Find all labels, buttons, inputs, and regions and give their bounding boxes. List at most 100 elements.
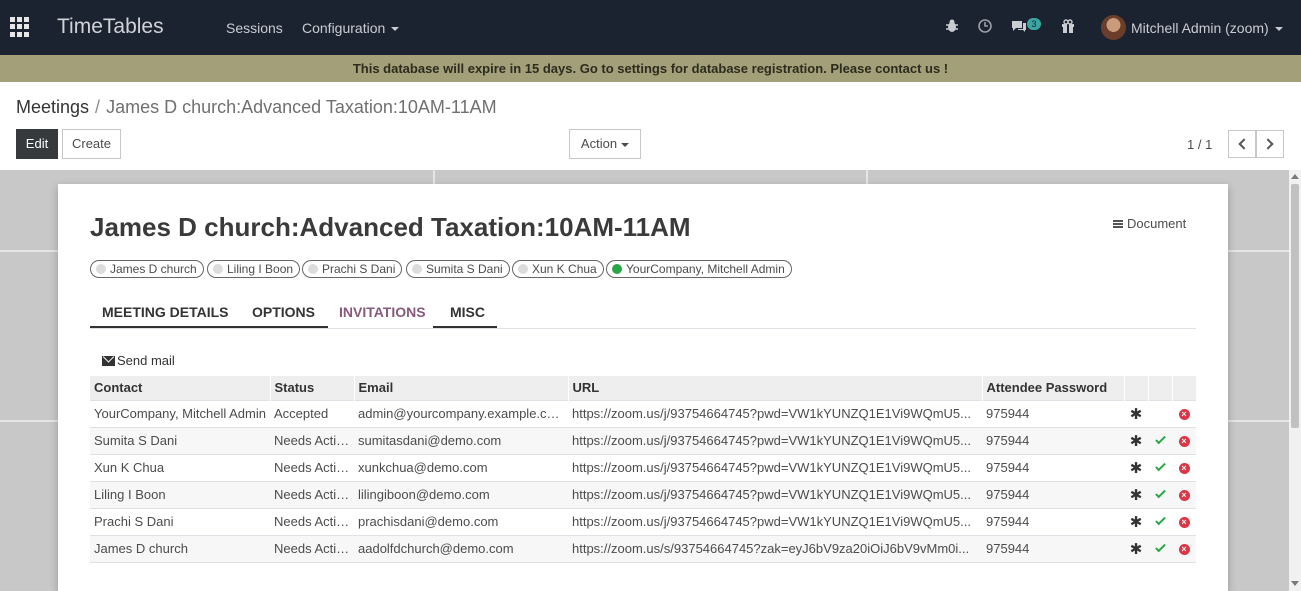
menu-configuration[interactable]: Configuration bbox=[302, 20, 400, 36]
tentative-button[interactable]: ✱ bbox=[1124, 480, 1148, 508]
edit-button[interactable]: Edit bbox=[16, 129, 58, 159]
check-icon bbox=[1154, 487, 1166, 499]
password-cell: 975944 bbox=[982, 453, 1124, 481]
check-icon bbox=[1154, 433, 1166, 445]
status-cell: Needs Action bbox=[270, 480, 354, 508]
chat-icon[interactable] bbox=[1011, 18, 1027, 34]
decline-button[interactable]: × bbox=[1172, 399, 1196, 427]
tentative-button[interactable]: ✱ bbox=[1124, 534, 1148, 562]
breadcrumb-parent[interactable]: Meetings bbox=[16, 97, 89, 117]
decline-button[interactable]: × bbox=[1172, 453, 1196, 481]
table-row[interactable]: YourCompany, Mitchell Admin Accepted adm… bbox=[90, 399, 1196, 427]
email-cell: aadolfdchurch@demo.com bbox=[354, 534, 568, 562]
check-icon bbox=[1154, 460, 1166, 472]
accept-button[interactable] bbox=[1148, 426, 1172, 454]
pager-value[interactable]: 1 / 1 bbox=[1187, 137, 1212, 152]
decline-button[interactable]: × bbox=[1172, 534, 1196, 562]
password-cell: 975944 bbox=[982, 534, 1124, 562]
scroll-up-icon[interactable] bbox=[1291, 174, 1299, 179]
chevron-right-icon bbox=[1262, 138, 1274, 150]
table-footer bbox=[90, 561, 1196, 568]
column-header-email[interactable]: Email bbox=[354, 376, 569, 400]
decline-button[interactable]: × bbox=[1172, 426, 1196, 454]
tentative-button[interactable]: ✱ bbox=[1124, 426, 1148, 454]
accept-button[interactable] bbox=[1148, 480, 1172, 508]
meeting-title: James D church:Advanced Taxation:10AM-11… bbox=[90, 212, 691, 242]
asterisk-icon: ✱ bbox=[1129, 540, 1143, 558]
accept-button[interactable] bbox=[1148, 453, 1172, 481]
check-icon bbox=[1154, 541, 1166, 553]
app-brand[interactable]: TimeTables bbox=[57, 15, 164, 39]
attendee-tag[interactable]: YourCompany, Mitchell Admin bbox=[606, 260, 792, 278]
email-cell: sumitasdani@demo.com bbox=[354, 426, 568, 454]
decline-button[interactable]: × bbox=[1172, 480, 1196, 508]
table-row[interactable]: Prachi S Dani Needs Action prachisdani@d… bbox=[90, 507, 1196, 535]
accept-button[interactable] bbox=[1148, 534, 1172, 562]
decline-button[interactable]: × bbox=[1172, 507, 1196, 535]
tab-misc[interactable]: MISC bbox=[433, 304, 497, 328]
password-cell: 975944 bbox=[982, 399, 1124, 427]
table-row[interactable]: Liling I Boon Needs Action lilingiboon@d… bbox=[90, 480, 1196, 508]
column-header-status[interactable]: Status bbox=[270, 376, 355, 400]
table-row[interactable]: James D church Needs Action aadolfdchurc… bbox=[90, 534, 1196, 562]
attendee-tag[interactable]: Xun K Chua bbox=[512, 260, 604, 278]
close-circle-icon: × bbox=[1178, 490, 1190, 502]
email-cell: lilingiboon@demo.com bbox=[354, 480, 568, 508]
column-header-url[interactable]: URL bbox=[568, 376, 983, 400]
pager-previous-button[interactable] bbox=[1228, 130, 1256, 158]
password-cell: 975944 bbox=[982, 426, 1124, 454]
tab-invitations[interactable]: INVITATIONS bbox=[339, 304, 426, 328]
contact-cell: Xun K Chua bbox=[90, 453, 270, 481]
url-cell: https://zoom.us/j/93754664745?pwd=VW1kYU… bbox=[568, 507, 982, 535]
pager-next-button[interactable] bbox=[1256, 130, 1284, 158]
status-cell: Needs Action bbox=[270, 534, 354, 562]
menu-sessions[interactable]: Sessions bbox=[226, 20, 283, 36]
tentative-button[interactable]: ✱ bbox=[1124, 399, 1148, 427]
attendee-tag[interactable]: Sumita S Dani bbox=[406, 260, 510, 278]
attendee-tag[interactable]: James D church bbox=[90, 260, 204, 278]
document-button[interactable]: Document bbox=[1113, 216, 1186, 231]
attendee-tag[interactable]: Prachi S Dani bbox=[302, 260, 403, 278]
chevron-left-icon bbox=[1238, 138, 1250, 150]
table-row[interactable]: Sumita S Dani Needs Action sumitasdani@d… bbox=[90, 426, 1196, 454]
user-avatar[interactable] bbox=[1101, 15, 1126, 40]
bug-icon[interactable] bbox=[944, 18, 960, 34]
table-row[interactable]: Xun K Chua Needs Action xunkchua@demo.co… bbox=[90, 453, 1196, 481]
attendee-name: Sumita S Dani bbox=[426, 262, 503, 276]
clock-icon[interactable] bbox=[977, 18, 993, 34]
email-cell: admin@yourcompany.example.com bbox=[354, 399, 568, 427]
url-cell: https://zoom.us/j/93754664745?pwd=VW1kYU… bbox=[568, 426, 982, 454]
url-cell: https://zoom.us/j/93754664745?pwd=VW1kYU… bbox=[568, 453, 982, 481]
top-navbar: TimeTables Sessions Configuration 3 Mitc… bbox=[0, 0, 1301, 55]
contact-cell: YourCompany, Mitchell Admin bbox=[90, 399, 270, 427]
tab-meeting-details[interactable]: MEETING DETAILS bbox=[90, 304, 229, 328]
create-button[interactable]: Create bbox=[62, 129, 121, 159]
gift-icon[interactable] bbox=[1060, 18, 1076, 34]
send-mail-button[interactable]: Send mail bbox=[102, 353, 175, 368]
column-header-attendee-password[interactable]: Attendee Password bbox=[982, 376, 1125, 400]
database-expiry-banner: This database will expire in 15 days. Go… bbox=[0, 55, 1301, 82]
envelope-icon bbox=[102, 356, 115, 366]
attendee-tag[interactable]: Liling I Boon bbox=[207, 260, 301, 278]
tab-options[interactable]: OPTIONS bbox=[229, 304, 328, 328]
asterisk-icon: ✱ bbox=[1129, 513, 1143, 531]
close-circle-icon: × bbox=[1178, 544, 1190, 556]
status-dot-icon bbox=[412, 264, 422, 274]
column-header-contact[interactable]: Contact bbox=[90, 376, 271, 400]
chevron-down-icon bbox=[621, 142, 630, 147]
user-menu[interactable]: Mitchell Admin (zoom) bbox=[1131, 20, 1283, 36]
accept-button[interactable] bbox=[1148, 507, 1172, 535]
status-cell: Needs Action bbox=[270, 453, 354, 481]
scrollbar-thumb[interactable] bbox=[1291, 184, 1299, 428]
scroll-down-icon[interactable] bbox=[1291, 581, 1299, 586]
status-cell: Accepted bbox=[270, 399, 354, 427]
action-dropdown-button[interactable]: Action bbox=[569, 129, 641, 159]
status-dot-icon bbox=[308, 264, 318, 274]
tentative-button[interactable]: ✱ bbox=[1124, 507, 1148, 535]
tentative-button[interactable]: ✱ bbox=[1124, 453, 1148, 481]
password-cell: 975944 bbox=[982, 507, 1124, 535]
password-cell: 975944 bbox=[982, 480, 1124, 508]
status-dot-icon bbox=[518, 264, 528, 274]
close-circle-icon: × bbox=[1178, 463, 1190, 475]
apps-menu-icon[interactable] bbox=[10, 17, 30, 37]
